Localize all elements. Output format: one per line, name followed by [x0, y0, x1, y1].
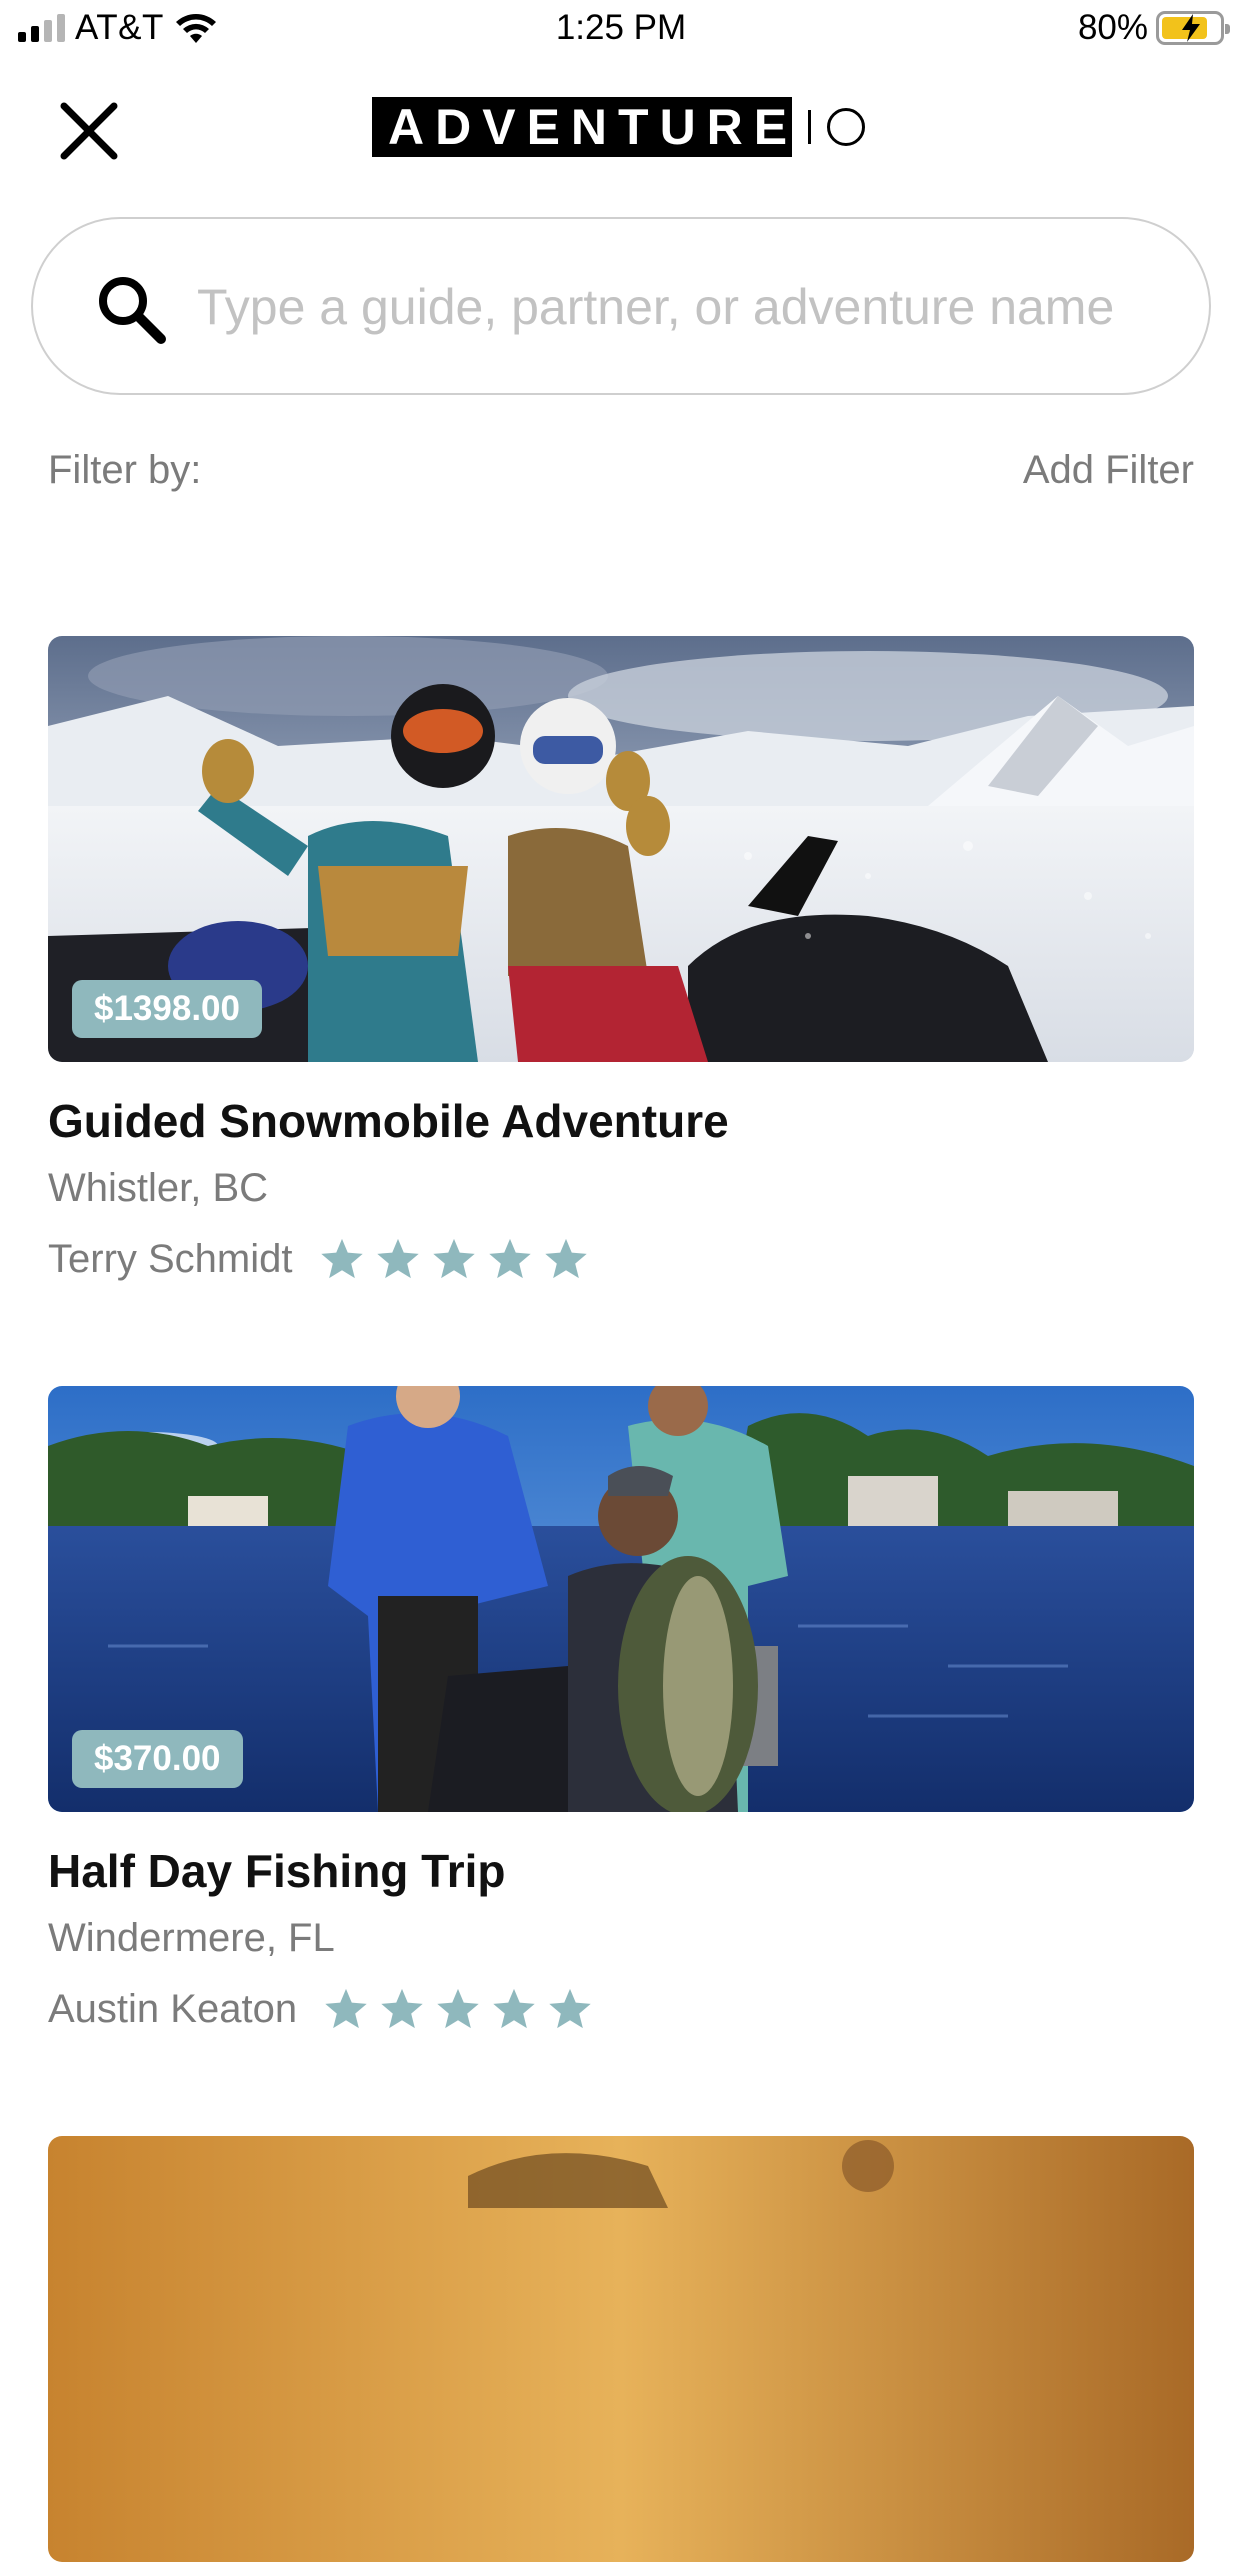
adventure-guide-row: Austin Keaton — [48, 1984, 593, 2034]
rating-stars — [319, 1236, 589, 1282]
star-icon — [320, 1238, 363, 1279]
battery-percent: 80% — [1077, 8, 1148, 47]
adventure-logo: ADVENTURE — [372, 97, 865, 157]
adventure-card[interactable] — [48, 2136, 1194, 2562]
price-badge: $1398.00 — [72, 980, 262, 1038]
adventure-title: Half Day Fishing Trip — [48, 1845, 506, 1897]
adventure-guide: Austin Keaton — [48, 1986, 298, 2031]
logo-text: ADVENTURE — [372, 97, 792, 157]
star-icon — [488, 1238, 531, 1279]
battery-charging-icon — [1156, 11, 1230, 45]
star-icon — [376, 1238, 419, 1279]
adventure-title: Guided Snowmobile Adventure — [48, 1095, 729, 1147]
star-icon — [325, 1988, 367, 2029]
search-bar[interactable] — [31, 217, 1211, 395]
star-icon — [432, 1238, 475, 1279]
logo-divider — [808, 110, 811, 144]
adventure-card[interactable]: $1398.00 Guided Snowmobile Adventure Whi… — [48, 636, 1194, 1281]
search-input[interactable] — [197, 259, 1187, 355]
adventure-location: Windermere, FL — [48, 1916, 335, 1960]
adventure-image-fishing: $370.00 — [48, 1386, 1194, 1812]
close-icon[interactable] — [54, 96, 124, 166]
rating-stars — [323, 1986, 593, 2032]
charging-bolt-icon — [1182, 14, 1200, 42]
star-icon — [437, 1988, 479, 2029]
adventure-card[interactable]: $370.00 Half Day Fishing Trip Windermere… — [48, 1386, 1194, 2031]
status-time: 1:25 PM — [555, 8, 687, 47]
star-icon — [549, 1988, 591, 2029]
adventure-guide: Terry Schmidt — [48, 1236, 293, 1281]
price-badge: $370.00 — [72, 1730, 243, 1788]
status-bar: AT&T 1:25 PM 80% — [0, 0, 1242, 60]
adventure-image-partial — [48, 2136, 1194, 2562]
logo-circle-icon — [827, 108, 865, 146]
filter-label: Filter by: — [48, 448, 202, 492]
star-icon — [493, 1988, 535, 2029]
adventure-location: Whistler, BC — [48, 1166, 269, 1210]
star-icon — [544, 1238, 587, 1279]
star-icon — [381, 1988, 423, 2029]
status-right: 80% — [1077, 8, 1230, 48]
search-icon — [99, 277, 166, 344]
filter-row: Filter by: Add Filter — [48, 448, 1194, 498]
adventure-image-snowmobile: $1398.00 — [48, 636, 1194, 1062]
header: ADVENTURE — [0, 78, 1242, 178]
add-filter-button[interactable]: Add Filter — [1023, 448, 1194, 493]
adventure-guide-row: Terry Schmidt — [48, 1234, 589, 1284]
